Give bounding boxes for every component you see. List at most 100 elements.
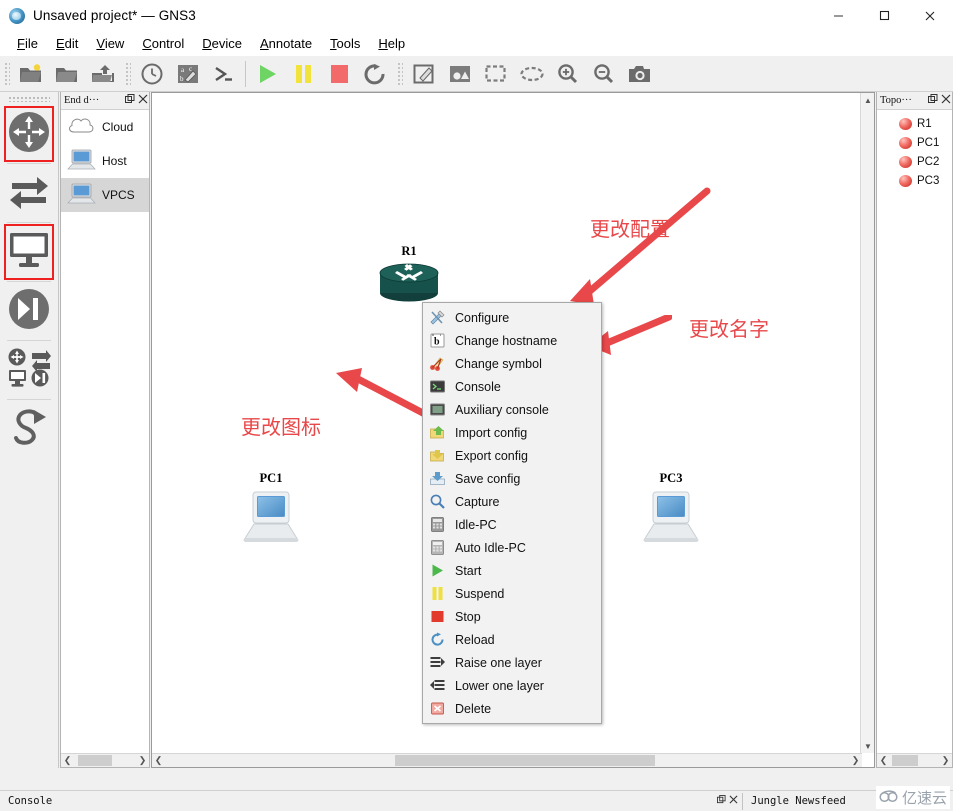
context-menu-item-reload[interactable]: Reload <box>423 628 601 651</box>
close-icon[interactable] <box>939 94 952 107</box>
context-menu-item-configure[interactable]: Configure <box>423 306 601 329</box>
context-menu-item-suspend[interactable]: Suspend <box>423 582 601 605</box>
end-devices-hscrollbar[interactable]: ❮ ❯ <box>61 753 149 767</box>
toolbar-grip[interactable] <box>3 60 10 87</box>
minimize-icon[interactable] <box>815 0 861 31</box>
stop-all-icon[interactable] <box>321 58 357 90</box>
node-pc1[interactable]: PC1 <box>237 471 305 546</box>
context-menu-item-export-config[interactable]: Export config <box>423 444 601 467</box>
draw-ellipse-icon[interactable] <box>514 58 550 90</box>
snapshot-clock-icon[interactable] <box>134 58 170 90</box>
suspend-pause-icon <box>429 585 446 602</box>
scroll-trough[interactable] <box>165 755 849 766</box>
add-note-icon[interactable] <box>406 58 442 90</box>
reload-all-icon[interactable] <box>357 58 393 90</box>
node-r1[interactable]: R1 <box>375 244 443 303</box>
toolbar-grip-3[interactable] <box>396 60 403 87</box>
menu-device[interactable]: Device <box>193 34 251 53</box>
console-all-icon[interactable]: a c b <box>170 58 206 90</box>
scroll-right-icon[interactable]: ❯ <box>939 755 952 766</box>
toolbar-grip-2[interactable] <box>124 60 131 87</box>
device-toolbar <box>0 92 59 768</box>
list-item-label: PC3 <box>917 174 940 187</box>
screenshot-icon[interactable] <box>622 58 658 90</box>
all-devices-button[interactable] <box>3 341 55 399</box>
context-menu-item-auto-idle-pc[interactable]: Auto Idle-PC <box>423 536 601 559</box>
node-label: R1 <box>401 244 417 258</box>
security-button[interactable] <box>3 282 55 340</box>
scroll-right-icon[interactable]: ❯ <box>136 755 149 766</box>
scroll-thumb[interactable] <box>78 755 112 766</box>
context-menu-item-start[interactable]: Start <box>423 559 601 582</box>
topology-canvas[interactable]: R1 PC1 PC3 更改配置 更改名字 更改图标 Configure b " … <box>152 93 860 753</box>
context-menu-item-lower-one-layer[interactable]: Lower one layer <box>423 674 601 697</box>
scroll-left-icon[interactable]: ❮ <box>61 755 74 766</box>
menu-annotate[interactable]: Annotate <box>251 34 321 53</box>
float-icon[interactable] <box>717 795 726 807</box>
context-menu-item-stop[interactable]: Stop <box>423 605 601 628</box>
console-icon[interactable] <box>206 58 242 90</box>
menu-help[interactable]: Help <box>369 34 414 53</box>
node-label: PC1 <box>259 471 283 485</box>
canvas-vscrollbar[interactable]: ▲ ▼ <box>860 93 874 753</box>
context-menu-item-raise-one-layer[interactable]: Raise one layer <box>423 651 601 674</box>
context-menu-item-delete[interactable]: Delete <box>423 697 601 720</box>
scroll-trough[interactable] <box>890 755 939 766</box>
scroll-down-icon[interactable]: ▼ <box>861 739 874 753</box>
float-icon[interactable] <box>123 94 136 107</box>
scroll-trough[interactable] <box>74 755 136 766</box>
menu-view[interactable]: View <box>87 34 133 53</box>
scroll-thumb[interactable] <box>395 755 655 766</box>
menu-tools[interactable]: Tools <box>321 34 369 53</box>
close-icon[interactable] <box>907 0 953 31</box>
scroll-up-icon[interactable]: ▲ <box>861 93 874 107</box>
draw-rectangle-icon[interactable] <box>478 58 514 90</box>
routers-button[interactable] <box>3 105 55 163</box>
new-project-icon[interactable] <box>13 58 49 90</box>
context-menu-item-import-config[interactable]: Import config <box>423 421 601 444</box>
context-menu-item-change-symbol[interactable]: Change symbol <box>423 352 601 375</box>
switches-button[interactable] <box>3 164 55 222</box>
scroll-left-icon[interactable]: ❮ <box>152 755 165 766</box>
menu-control[interactable]: Control <box>133 34 193 53</box>
list-item[interactable]: VPCS <box>61 178 149 212</box>
list-item[interactable]: Cloud <box>61 110 149 144</box>
list-item[interactable]: PC2 <box>877 152 952 171</box>
context-menu-item-auxiliary-console[interactable]: Auxiliary console <box>423 398 601 421</box>
scroll-thumb[interactable] <box>892 755 918 766</box>
main-toolbar: a c b <box>0 56 953 92</box>
context-menu-item-change-hostname[interactable]: b " ' Change hostname <box>423 329 601 352</box>
float-icon[interactable] <box>926 94 939 107</box>
maximize-icon[interactable] <box>861 0 907 31</box>
topology-panel-title: Topo··· <box>880 95 912 106</box>
close-icon[interactable] <box>136 94 149 107</box>
suspend-all-icon[interactable] <box>285 58 321 90</box>
device-toolbar-grip[interactable] <box>8 96 50 102</box>
save-project-icon[interactable] <box>85 58 121 90</box>
canvas-hscrollbar[interactable]: ❮ ❯ <box>152 753 862 767</box>
scroll-right-icon[interactable]: ❯ <box>849 755 862 766</box>
zoom-in-icon[interactable] <box>550 58 586 90</box>
open-project-icon[interactable] <box>49 58 85 90</box>
menu-file[interactable]: File <box>8 34 47 53</box>
end-devices-button[interactable] <box>3 223 55 281</box>
close-icon[interactable] <box>729 795 738 807</box>
list-item-label: R1 <box>917 117 932 130</box>
menu-edit[interactable]: Edit <box>47 34 87 53</box>
list-item[interactable]: Host <box>61 144 149 178</box>
context-menu-item-save-config[interactable]: Save config <box>423 467 601 490</box>
zoom-out-icon[interactable] <box>586 58 622 90</box>
start-all-icon[interactable] <box>249 58 285 90</box>
context-menu-item-console[interactable]: Console <box>423 375 601 398</box>
list-item[interactable]: PC3 <box>877 171 952 190</box>
topology-hscrollbar[interactable]: ❮ ❯ <box>877 753 952 767</box>
node-pc3[interactable]: PC3 <box>637 471 705 546</box>
scroll-left-icon[interactable]: ❮ <box>877 755 890 766</box>
insert-image-icon[interactable] <box>442 58 478 90</box>
context-menu-item-capture[interactable]: Capture <box>423 490 601 513</box>
list-item[interactable]: PC1 <box>877 133 952 152</box>
list-item[interactable]: R1 <box>877 114 952 133</box>
console-panel-header[interactable]: Console <box>0 791 742 811</box>
add-link-button[interactable] <box>3 400 55 458</box>
context-menu-item-idle-pc[interactable]: Idle-PC <box>423 513 601 536</box>
